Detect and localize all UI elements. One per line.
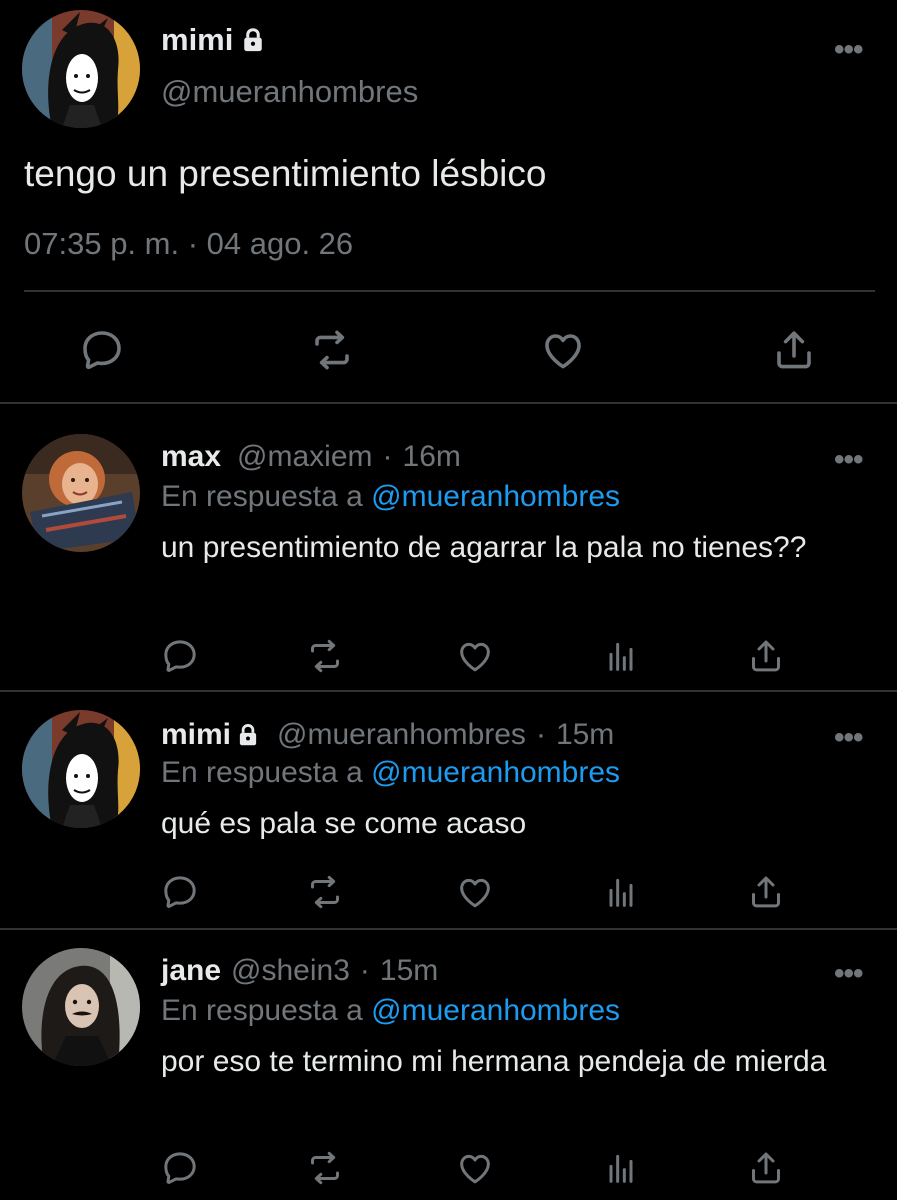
more-options-icon[interactable]: ••• xyxy=(834,959,863,989)
author-name[interactable]: max xyxy=(161,440,221,474)
share-icon[interactable] xyxy=(770,326,818,374)
reply-time[interactable]: 16m xyxy=(403,440,461,474)
tweet-actions xyxy=(0,320,897,380)
separator: · xyxy=(359,954,370,987)
reply-icon[interactable] xyxy=(78,326,126,374)
author-handle[interactable]: @maxiem xyxy=(237,440,372,474)
reply-text: qué es pala se come acaso xyxy=(161,807,527,840)
analytics-icon[interactable] xyxy=(601,1148,641,1188)
reply-tweet[interactable]: jane @shein3 · 15m ••• En respuesta a @m… xyxy=(0,932,897,1200)
reply-header: max @maxiem · 16m xyxy=(161,440,461,474)
more-options-icon[interactable]: ••• xyxy=(834,445,863,475)
avatar-image xyxy=(22,434,140,552)
avatar-image xyxy=(22,948,140,1066)
reply-text: un presentimiento de agarrar la pala no … xyxy=(161,531,807,564)
avatar[interactable] xyxy=(22,434,140,552)
reply-icon[interactable] xyxy=(160,1148,200,1188)
mention-link[interactable]: @mueranhombres xyxy=(371,994,620,1027)
author-handle[interactable]: @shein3 xyxy=(231,954,350,988)
more-options-icon[interactable]: ••• xyxy=(834,723,863,753)
main-tweet: mimi @mueranhombres ••• tengo un present… xyxy=(0,0,897,404)
in-reply-to: En respuesta a @mueranhombres xyxy=(161,480,620,514)
separator: · xyxy=(382,440,393,473)
reply-tweet[interactable]: mimi @mueranhombres · 15m ••• En respues… xyxy=(0,694,897,930)
retweet-icon[interactable] xyxy=(305,636,345,676)
reply-time[interactable]: 15m xyxy=(556,718,614,752)
reply-icon[interactable] xyxy=(160,636,200,676)
like-icon[interactable] xyxy=(539,326,587,374)
more-options-icon[interactable]: ••• xyxy=(834,35,863,65)
in-reply-to: En respuesta a @mueranhombres xyxy=(161,756,620,790)
mention-link[interactable]: @mueranhombres xyxy=(371,756,620,789)
reply-actions xyxy=(0,1144,897,1194)
reply-actions xyxy=(0,632,897,682)
lock-icon xyxy=(239,26,267,54)
share-icon[interactable] xyxy=(746,872,786,912)
avatar[interactable] xyxy=(22,710,140,828)
reply-header: jane @shein3 · 15m xyxy=(161,954,438,988)
analytics-icon[interactable] xyxy=(601,872,641,912)
tweet-text: tengo un presentimiento lésbico xyxy=(24,153,547,194)
like-icon[interactable] xyxy=(455,872,495,912)
like-icon[interactable] xyxy=(455,636,495,676)
retweet-icon[interactable] xyxy=(308,326,356,374)
avatar[interactable] xyxy=(22,10,140,128)
mention-link[interactable]: @mueranhombres xyxy=(371,480,620,513)
separator: · xyxy=(535,718,546,751)
avatar-image xyxy=(22,710,140,828)
in-reply-to: En respuesta a @mueranhombres xyxy=(161,994,620,1028)
lock-icon xyxy=(235,722,261,748)
share-icon[interactable] xyxy=(746,636,786,676)
share-icon[interactable] xyxy=(746,1148,786,1188)
author-handle[interactable]: @mueranhombres xyxy=(277,718,526,752)
retweet-icon[interactable] xyxy=(305,1148,345,1188)
divider xyxy=(24,290,875,292)
author-handle[interactable]: @mueranhombres xyxy=(161,74,418,110)
reply-tweet[interactable]: max @maxiem · 16m ••• En respuesta a @mu… xyxy=(0,406,897,692)
reply-icon[interactable] xyxy=(160,872,200,912)
reply-actions xyxy=(0,868,897,918)
author-name[interactable]: mimi xyxy=(161,22,267,58)
like-icon[interactable] xyxy=(455,1148,495,1188)
tweet-timestamp[interactable]: 07:35 p. m. · 04 ago. 26 xyxy=(24,226,353,262)
in-reply-prefix: En respuesta a xyxy=(161,480,363,513)
reply-time[interactable]: 15m xyxy=(380,954,438,988)
in-reply-prefix: En respuesta a xyxy=(161,756,363,789)
retweet-icon[interactable] xyxy=(305,872,345,912)
author-name-text[interactable]: mimi xyxy=(161,22,233,58)
reply-header: mimi @mueranhombres · 15m xyxy=(161,718,614,752)
avatar[interactable] xyxy=(22,948,140,1066)
author-name[interactable]: mimi xyxy=(161,718,231,752)
analytics-icon[interactable] xyxy=(601,636,641,676)
avatar-image xyxy=(22,10,140,128)
in-reply-prefix: En respuesta a xyxy=(161,994,363,1027)
reply-text: por eso te termino mi hermana pendeja de… xyxy=(161,1045,827,1078)
author-name[interactable]: jane xyxy=(161,954,221,988)
